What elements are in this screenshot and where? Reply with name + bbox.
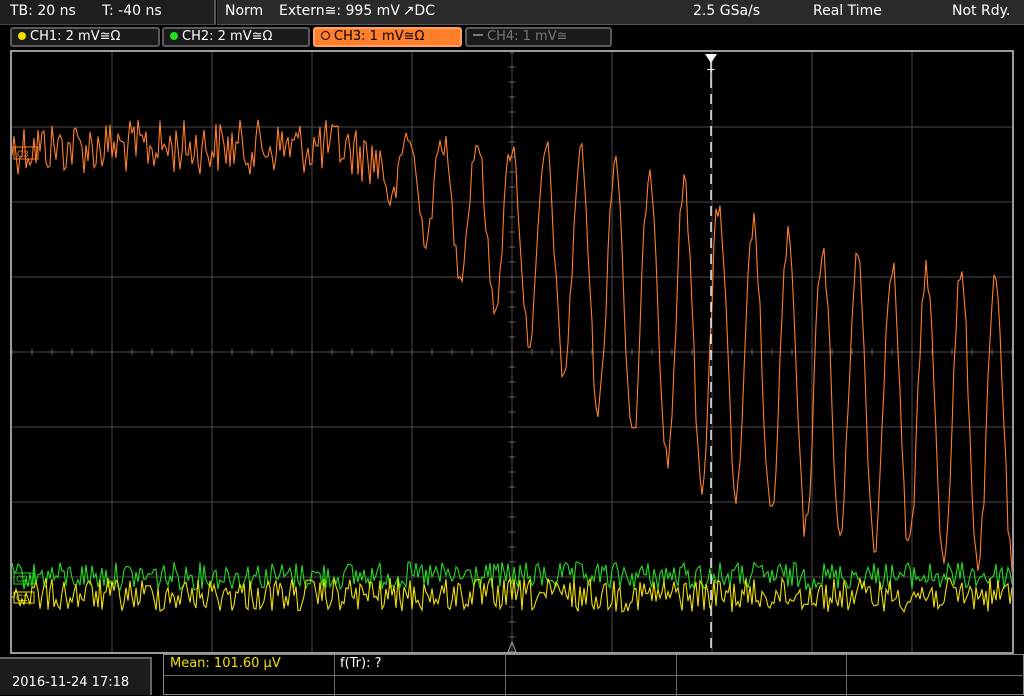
datetime-panel: 2016-11-24 17:18	[0, 657, 152, 695]
ch3-indicator-icon	[321, 31, 330, 40]
acquisition-mode-label: Real Time	[813, 3, 882, 19]
acquisition-status-bar[interactable]: Norm Extern≅: 995 mV ↗DC 2.5 GSa/s Real …	[217, 0, 1024, 25]
ch4-label: CH4: 1 mV≅	[487, 29, 568, 44]
timebase-label: TB: 20 ns	[10, 3, 76, 19]
frequency-measurement: f(Tr): ?	[340, 656, 382, 671]
trigger-offset-label: T: -40 ns	[102, 3, 162, 19]
channel-tab-ch2[interactable]: CH2: 2 mV≅Ω	[162, 27, 310, 47]
ch3-label: CH3: 1 mV≅Ω	[334, 29, 425, 44]
mean-measurement: Mean: 101.60 µV	[170, 656, 281, 671]
ch2-indicator-icon	[170, 32, 178, 40]
ch3-marker-label: C3	[17, 149, 29, 159]
trigger-mode-label: Norm	[225, 3, 264, 19]
channel-tab-ch4[interactable]: CH4: 1 mV≅	[465, 27, 612, 47]
channel-tab-ch3[interactable]: CH3: 1 mV≅Ω	[313, 27, 462, 47]
timebase-panel[interactable]: TB: 20 ns T: -40 ns	[0, 0, 216, 25]
waveform-display[interactable]: T C3 C2 C1	[10, 50, 1014, 654]
trigger-source-label: Extern≅: 995 mV ↗DC	[279, 3, 435, 19]
sample-rate-label: 2.5 GSa/s	[693, 3, 761, 19]
datetime-label: 2016-11-24 17:18	[12, 675, 130, 690]
ch1-marker-label: C1	[16, 593, 28, 603]
ch2-marker-label: C2	[16, 574, 28, 584]
run-state-label: Not Rdy.	[952, 3, 1011, 19]
ch1-indicator-icon	[18, 32, 26, 40]
ch4-indicator-icon	[473, 34, 483, 36]
trigger-arrow-icon[interactable]	[705, 54, 717, 63]
channel-tab-ch1[interactable]: CH1: 2 mV≅Ω	[10, 27, 160, 47]
ch1-label: CH1: 2 mV≅Ω	[30, 29, 121, 44]
trigger-marker-label: T	[707, 66, 715, 81]
waveform-canvas: T C3 C2 C1	[12, 52, 1012, 652]
ch2-label: CH2: 2 mV≅Ω	[182, 29, 273, 44]
measurement-panel[interactable]: Mean: 101.60 µV f(Tr): ?	[163, 654, 1024, 696]
